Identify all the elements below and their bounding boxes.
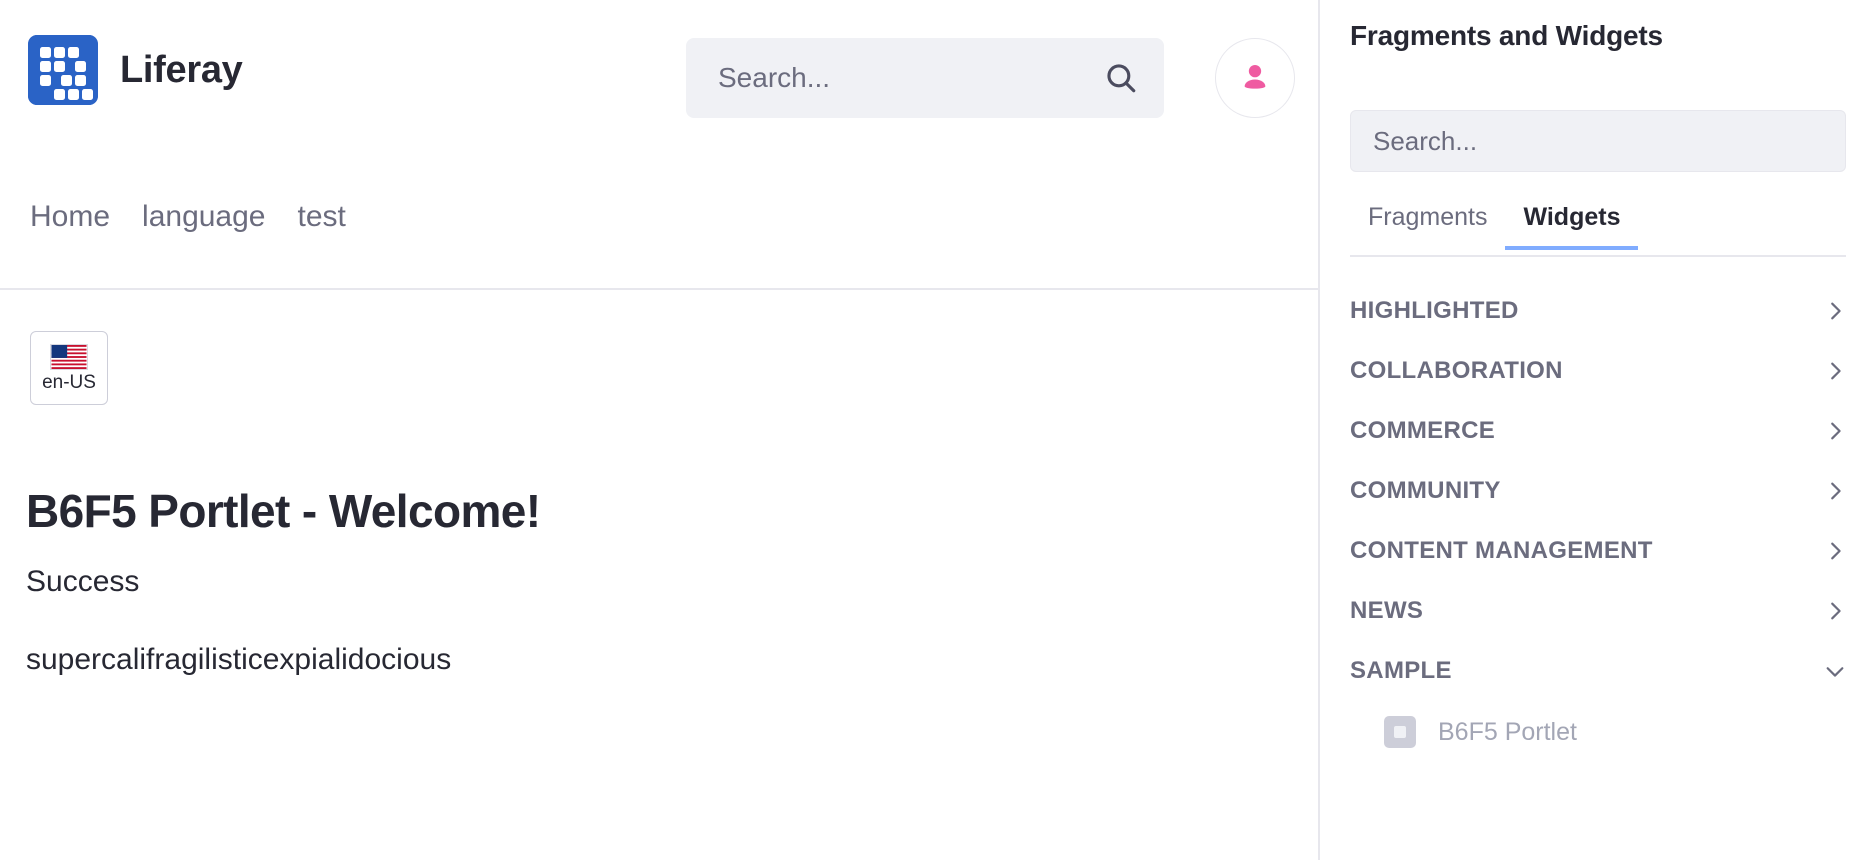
search-input[interactable] bbox=[718, 62, 1104, 94]
site-header: Liferay bbox=[0, 0, 1318, 155]
chevron-right-icon bbox=[1831, 602, 1841, 620]
search-icon[interactable] bbox=[1104, 61, 1138, 95]
brand-name: Liferay bbox=[120, 49, 243, 91]
language-label: en-US bbox=[42, 372, 96, 393]
category-row-commerce[interactable]: COMMERCE bbox=[1320, 401, 1876, 461]
fragments-widgets-sidebar: Fragments and Widgets Fragments Widgets … bbox=[1320, 0, 1876, 860]
header-divider bbox=[0, 288, 1318, 290]
nav-item-home[interactable]: Home bbox=[30, 196, 126, 238]
portlet-status-text: Success bbox=[26, 564, 140, 598]
chevron-right-icon bbox=[1831, 362, 1841, 380]
page-title: B6F5 Portlet - Welcome! bbox=[26, 485, 541, 537]
category-label: COMMUNITY bbox=[1350, 477, 1501, 504]
chevron-right-icon bbox=[1831, 422, 1841, 440]
nav-item-test[interactable]: test bbox=[282, 196, 362, 238]
widget-icon bbox=[1384, 716, 1416, 748]
category-label: NEWS bbox=[1350, 597, 1424, 624]
sidebar-search-input[interactable] bbox=[1373, 125, 1823, 157]
chevron-right-icon bbox=[1831, 302, 1841, 320]
sidebar-title: Fragments and Widgets bbox=[1350, 20, 1663, 51]
widget-item-b6f5-portlet[interactable]: B6F5 Portlet bbox=[1320, 701, 1876, 763]
category-row-content-management[interactable]: CONTENT MANAGEMENT bbox=[1320, 521, 1876, 581]
chevron-right-icon bbox=[1831, 542, 1841, 560]
widget-category-list: HIGHLIGHTED COLLABORATION COMMERCE COMMU… bbox=[1320, 281, 1876, 763]
category-label: COLLABORATION bbox=[1350, 357, 1563, 384]
category-label: CONTENT MANAGEMENT bbox=[1350, 537, 1653, 564]
chevron-down-icon bbox=[1826, 667, 1844, 677]
category-label: HIGHLIGHTED bbox=[1350, 297, 1519, 324]
sidebar-tablist: Fragments Widgets bbox=[1350, 205, 1846, 257]
category-row-highlighted[interactable]: HIGHLIGHTED bbox=[1320, 281, 1876, 341]
user-avatar-button[interactable] bbox=[1215, 38, 1295, 118]
widget-label: B6F5 Portlet bbox=[1438, 717, 1577, 746]
category-row-community[interactable]: COMMUNITY bbox=[1320, 461, 1876, 521]
brand-logo-link[interactable]: Liferay bbox=[28, 35, 243, 105]
portlet-content: B6F5 Portlet - Welcome! Success supercal… bbox=[26, 485, 1286, 678]
user-icon bbox=[1244, 64, 1266, 89]
site-navigation: Home language test bbox=[0, 196, 1318, 238]
page-root: Liferay Home language test bbox=[0, 0, 1876, 860]
nav-item-language[interactable]: language bbox=[126, 196, 281, 238]
category-row-news[interactable]: NEWS bbox=[1320, 581, 1876, 641]
tab-fragments[interactable]: Fragments bbox=[1350, 205, 1505, 250]
liferay-logo-icon bbox=[28, 35, 98, 105]
language-selector-button[interactable]: en-US bbox=[30, 331, 108, 405]
category-row-sample[interactable]: SAMPLE bbox=[1320, 641, 1876, 701]
category-label: COMMERCE bbox=[1350, 417, 1496, 444]
tab-widgets[interactable]: Widgets bbox=[1505, 205, 1639, 250]
portlet-message-text: supercalifragilisticexpialidocious bbox=[26, 642, 452, 676]
main-content-region: Liferay Home language test bbox=[0, 0, 1318, 860]
header-search-box[interactable] bbox=[686, 38, 1164, 118]
us-flag-icon bbox=[50, 344, 88, 370]
sidebar-search-box[interactable] bbox=[1350, 110, 1846, 172]
category-row-collaboration[interactable]: COLLABORATION bbox=[1320, 341, 1876, 401]
category-label: SAMPLE bbox=[1350, 657, 1452, 684]
chevron-right-icon bbox=[1831, 482, 1841, 500]
